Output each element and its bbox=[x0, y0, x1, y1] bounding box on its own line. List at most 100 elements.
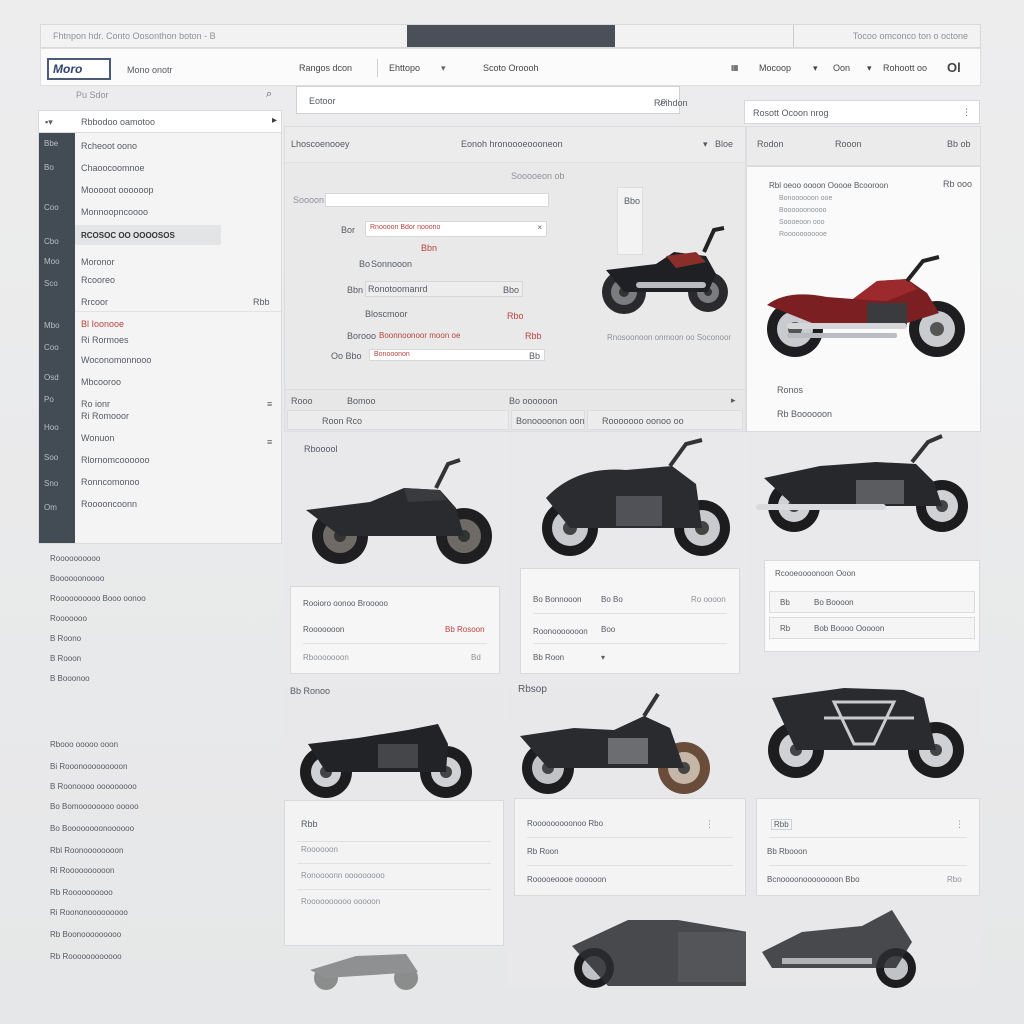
footer-link[interactable]: Boooooonoooo bbox=[50, 574, 104, 583]
sidebar-item[interactable]: Ronncomonoo bbox=[81, 477, 140, 487]
footer-link[interactable]: Bo Bomoooooooo ooooo bbox=[50, 802, 139, 811]
rail-icon[interactable]: Osd bbox=[44, 373, 59, 382]
cart-icon[interactable]: Ol bbox=[947, 60, 961, 75]
chevron-right-icon[interactable]: ▸ bbox=[272, 115, 277, 126]
footer-link[interactable]: Rb Boonooooooooo bbox=[50, 930, 121, 939]
listing-badge[interactable]: Bloe bbox=[715, 139, 733, 149]
sidebar-item[interactable]: Bl Ioonooe bbox=[81, 319, 124, 329]
footer-link[interactable]: Ri Roononooooooooo bbox=[50, 908, 128, 917]
sidebar-item[interactable]: Moronor bbox=[81, 257, 115, 267]
site-logo[interactable]: Moro bbox=[47, 58, 111, 80]
footer-cell[interactable]: Rooooooo oonoo oo bbox=[587, 410, 743, 430]
search-icon[interactable]: ⌕ bbox=[266, 88, 272, 101]
sidebar-item[interactable]: Woconomonnooo bbox=[81, 355, 151, 365]
sidebar-item[interactable]: Rrcoor bbox=[81, 297, 108, 307]
nav-item-oon[interactable]: Oon bbox=[833, 63, 850, 73]
sidebar-item[interactable]: Ri Romooor bbox=[81, 411, 129, 421]
product-card[interactable]: Rooooooooonoo Rbo ⋮ Rb Roon Rooooeoooe o… bbox=[514, 798, 746, 896]
rail-icon[interactable]: Cbo bbox=[44, 237, 59, 246]
footer-link[interactable]: Rbooo ooooo ooon bbox=[50, 740, 118, 749]
nav-item-explore[interactable]: Ehttopo bbox=[389, 63, 420, 73]
product-card[interactable]: Rooioro oonoo Brooooo Rooooooon Bb Rosoo… bbox=[290, 586, 500, 674]
rail-icon[interactable]: Coo bbox=[44, 343, 59, 352]
rail-icon[interactable]: Mbo bbox=[44, 321, 60, 330]
scroll-handle-icon[interactable]: ≡ bbox=[267, 437, 272, 447]
footer-link[interactable]: Rb Roooooooooo bbox=[50, 888, 113, 897]
listing-motorcycle-image[interactable] bbox=[596, 222, 736, 322]
footer-link[interactable]: B Booonoo bbox=[50, 674, 90, 683]
sidebar-header[interactable]: ▪▾ Rbbodoo oamotoo ▸ bbox=[39, 111, 281, 133]
chevron-down-icon[interactable]: ▾ bbox=[601, 653, 605, 662]
more-icon[interactable]: ⋮ bbox=[705, 819, 714, 830]
form-input[interactable] bbox=[325, 193, 549, 207]
address-text[interactable]: Fhtnpon hdr. Conto Oosonthon boton - B bbox=[53, 31, 216, 41]
rail-icon[interactable]: Om bbox=[44, 503, 57, 512]
rail-icon[interactable]: Sco bbox=[44, 279, 58, 288]
footer-link[interactable]: Rbl Roonoooooooon bbox=[50, 846, 123, 855]
chevron-down-icon[interactable]: ▾ bbox=[441, 63, 446, 74]
product-card[interactable]: Rcooeoooonoon Ooon Bb Bo Boooon Rb Bob B… bbox=[764, 560, 980, 652]
card-row[interactable]: Bb Bo Boooon bbox=[769, 591, 975, 613]
rail-icon[interactable]: Sno bbox=[44, 479, 58, 488]
product-cell[interactable]: Bo Bonnooon Bo Bo Ro oooon Roonooooooon … bbox=[506, 432, 744, 688]
sidebar-item[interactable]: Ro ionr bbox=[81, 399, 110, 409]
featured-tab[interactable]: Bb ob bbox=[947, 139, 971, 149]
sidebar-item-selected[interactable]: RCOSOC OO OOOOSOS bbox=[81, 231, 175, 240]
product-cell[interactable]: Rcooeoooonoon Ooon Bb Bo Boooon Rb Bob B… bbox=[746, 432, 981, 688]
sidebar-item[interactable]: Rooooncoonn bbox=[81, 499, 137, 509]
rail-icon[interactable]: Bbe bbox=[44, 139, 58, 148]
footer-link[interactable]: Ri Roooooooooon bbox=[50, 866, 115, 875]
sidebar-item[interactable]: Chaoocoomnoe bbox=[81, 163, 145, 173]
product-cell[interactable]: Rbb ⋮ Bb Rbooon Bcnoooonoooooooon Bbo Rb… bbox=[746, 688, 981, 988]
featured-tab[interactable]: Rodon bbox=[757, 139, 784, 149]
nav-item-mocoop[interactable]: Mocoop bbox=[759, 63, 791, 73]
sidebar-item[interactable]: Rcheoot oono bbox=[81, 141, 137, 151]
chevron-down-icon[interactable]: ▾ bbox=[813, 63, 818, 74]
sidebar-item[interactable]: Mbcooroo bbox=[81, 377, 121, 387]
product-card[interactable]: Rbb ⋮ Bb Rbooon Bcnoooonoooooooon Bbo Rb… bbox=[756, 798, 980, 896]
sidebar-item[interactable]: Rlornomcoooooo bbox=[81, 455, 150, 465]
scroll-handle-icon[interactable]: ≡ bbox=[267, 399, 272, 409]
sidebar-item[interactable]: Wonuon bbox=[81, 433, 114, 443]
footer-link[interactable]: Rooooooo bbox=[50, 614, 87, 623]
featured-product[interactable]: Rbl oeoo oooon Ooooe Bcooroon Rb ooo Bon… bbox=[746, 166, 981, 432]
chevron-right-icon[interactable]: ▸ bbox=[731, 395, 736, 406]
account-text[interactable]: Tocoo omconco ton o octone bbox=[853, 31, 968, 41]
sort-select[interactable]: Rosott Ocoon nrog ⋮ bbox=[744, 100, 980, 124]
menu-icon[interactable]: ▪▾ bbox=[45, 117, 53, 128]
footer-link[interactable]: B Roonoooo ooooooooo bbox=[50, 782, 137, 791]
nav-item-scoot[interactable]: Scoto Oroooh bbox=[483, 63, 539, 73]
footer-link[interactable]: Roooooooooo Booo oonoo bbox=[50, 594, 146, 603]
sidebar-search[interactable]: Pu Sdor ⌕ bbox=[40, 86, 282, 108]
rail-icon[interactable]: Moo bbox=[44, 257, 60, 266]
footer-cell[interactable]: Roon Rco bbox=[287, 410, 509, 430]
rail-icon[interactable]: Soo bbox=[44, 453, 58, 462]
nav-item-ranges[interactable]: Rangos dcon bbox=[299, 63, 352, 73]
product-cell[interactable]: Rbooool Rooioro oonoo Brooooo Rooooooon … bbox=[284, 432, 504, 688]
rail-icon[interactable]: Coo bbox=[44, 203, 59, 212]
form-input[interactable]: Ronotoomanrd bbox=[365, 281, 523, 297]
product-cell[interactable]: Rbsop Rooooooooonoo Rbo ⋮ Rb Roon Rooooe… bbox=[506, 684, 748, 988]
footer-link[interactable]: Bo Boooooooonoooooo bbox=[50, 824, 134, 833]
sidebar-item[interactable]: Monnoopncoooo bbox=[81, 207, 148, 217]
filter-label[interactable]: Reihdon bbox=[654, 98, 688, 108]
product-card[interactable]: Rbb Roooooon Ronoooonn ooooooooo Roooooo… bbox=[284, 800, 504, 946]
more-icon[interactable]: ⋮ bbox=[955, 819, 964, 830]
form-input[interactable]: Rnoooon Bdor nooono × bbox=[365, 221, 547, 237]
sidebar-item[interactable]: Mooooot oooooop bbox=[81, 185, 154, 195]
footer-link[interactable]: Bi Rooonooooooooon bbox=[50, 762, 127, 771]
product-cell[interactable]: Bb Ronoo Rbb Roooooon Ronoooonn oooooooo… bbox=[284, 686, 504, 948]
sidebar-search-input[interactable]: Pu Sdor bbox=[76, 90, 109, 100]
rail-icon[interactable]: Bo bbox=[44, 163, 54, 172]
sidebar-item[interactable]: Rcooreo bbox=[81, 275, 115, 285]
chevron-down-icon[interactable]: ▾ bbox=[703, 139, 708, 150]
nav-item-account[interactable]: Rohoott oo bbox=[883, 63, 927, 73]
chevron-down-icon[interactable]: ▾ bbox=[867, 63, 872, 74]
close-icon[interactable]: × bbox=[537, 223, 542, 232]
rail-icon[interactable]: Hoo bbox=[44, 423, 59, 432]
grid-icon[interactable]: ▦ bbox=[731, 63, 739, 72]
footer-link[interactable]: Roooooooooo bbox=[50, 554, 100, 563]
search-input[interactable]: Eotoor ⌕ bbox=[296, 86, 680, 114]
form-input[interactable]: Bonooonon bbox=[369, 349, 545, 361]
rail-icon[interactable]: Po bbox=[44, 395, 54, 404]
